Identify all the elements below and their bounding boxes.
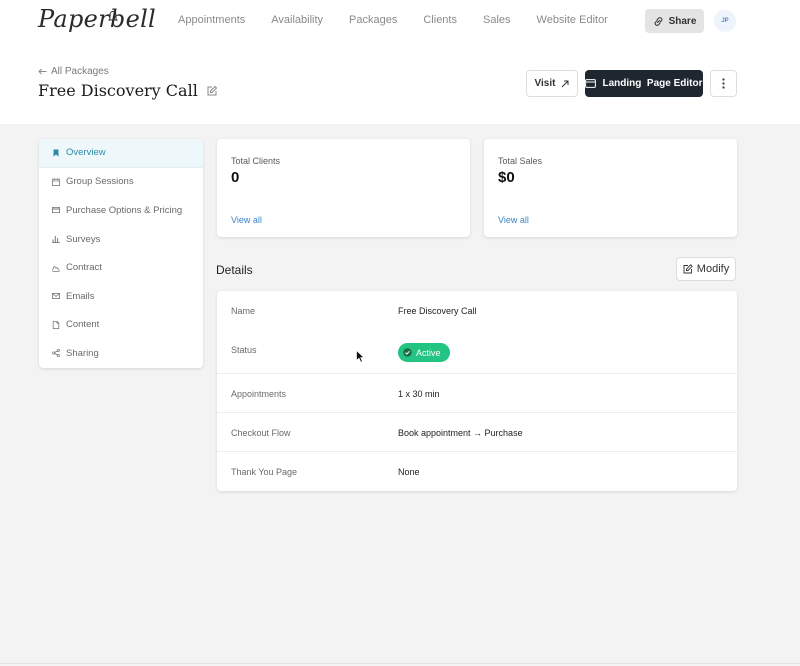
checkout-flow-value: Book appointment → Purchase bbox=[398, 428, 523, 438]
total-clients-label: Total Clients bbox=[231, 156, 281, 166]
page-header: All Packages Free Discovery Call Visit L… bbox=[0, 44, 800, 124]
landing-label: Landing Page Editor bbox=[602, 78, 703, 89]
sidebar-item-group-sessions[interactable]: Group Sessions bbox=[39, 168, 203, 197]
view-all-clients-link[interactable]: View all bbox=[231, 215, 262, 225]
page-title-text: Free Discovery Call bbox=[38, 81, 198, 100]
modify-button[interactable]: Modify bbox=[676, 257, 736, 281]
total-clients-card: Total Clients 0 View all bbox=[217, 139, 470, 237]
sidebar-item-label: Overview bbox=[66, 147, 106, 159]
view-all-sales-link[interactable]: View all bbox=[498, 215, 529, 225]
detail-row-appointments: Appointments 1 x 30 min bbox=[217, 374, 737, 413]
sidebar-item-purchase-options[interactable]: Purchase Options & Pricing bbox=[39, 196, 203, 225]
sidebar-item-label: Contract bbox=[66, 262, 102, 274]
back-to-packages-link[interactable]: All Packages bbox=[38, 66, 109, 77]
sidebar-item-emails[interactable]: Emails bbox=[39, 282, 203, 311]
share-nodes-icon bbox=[52, 349, 60, 358]
nav-appointments[interactable]: Appointments bbox=[178, 14, 245, 26]
edit-icon bbox=[683, 264, 693, 274]
nav-sales[interactable]: Sales bbox=[483, 14, 511, 26]
package-sidebar: Overview Group Sessions Purchase Options… bbox=[39, 139, 203, 368]
total-sales-card: Total Sales $0 View all bbox=[484, 139, 737, 237]
edit-icon[interactable] bbox=[206, 85, 218, 97]
bell-icon bbox=[108, 11, 118, 22]
nav-packages[interactable]: Packages bbox=[349, 14, 397, 26]
sidebar-item-label: Purchase Options & Pricing bbox=[66, 204, 183, 216]
credit-card-icon bbox=[52, 207, 60, 214]
modify-label: Modify bbox=[696, 263, 730, 275]
sidebar-item-label: Surveys bbox=[66, 233, 101, 245]
sidebar-item-surveys[interactable]: Surveys bbox=[39, 225, 203, 254]
bottom-divider bbox=[0, 663, 800, 664]
sidebar-item-contract[interactable]: Contract bbox=[39, 253, 203, 282]
name-value: Free Discovery Call bbox=[398, 306, 477, 316]
mouse-cursor-icon bbox=[356, 350, 365, 363]
vertical-dots-icon bbox=[722, 78, 725, 89]
nav-availability[interactable]: Availability bbox=[271, 14, 323, 26]
signature-icon bbox=[52, 265, 60, 272]
total-clients-value: 0 bbox=[231, 169, 240, 186]
sidebar-item-overview[interactable]: Overview bbox=[39, 139, 203, 168]
details-card: Name Free Discovery Call Status Active A… bbox=[217, 291, 737, 491]
sidebar-item-sharing[interactable]: Sharing bbox=[39, 339, 203, 368]
visit-label: Visit bbox=[534, 78, 556, 89]
total-sales-value: $0 bbox=[498, 169, 515, 186]
sidebar-item-label: Group Sessions bbox=[66, 176, 134, 188]
user-avatar[interactable]: JP bbox=[714, 10, 736, 32]
detail-row-checkout-flow: Checkout Flow Book appointment → Purchas… bbox=[217, 413, 737, 452]
calendar-icon bbox=[52, 178, 60, 186]
landing-page-editor-button[interactable]: Landing Page Editor bbox=[585, 70, 703, 97]
appointments-value: 1 x 30 min bbox=[398, 389, 440, 399]
status-label: Status bbox=[231, 345, 257, 355]
details-heading: Details bbox=[216, 263, 253, 277]
checkout-flow-label: Checkout Flow bbox=[231, 428, 291, 438]
envelope-icon bbox=[52, 293, 60, 300]
detail-row-name-status: Name Free Discovery Call Status Active bbox=[217, 291, 737, 374]
nav-website-editor[interactable]: Website Editor bbox=[537, 14, 608, 26]
thank-you-page-label: Thank You Page bbox=[231, 467, 298, 477]
page-title: Free Discovery Call bbox=[38, 81, 218, 100]
bar-chart-icon bbox=[52, 236, 60, 244]
browser-window-icon bbox=[585, 79, 597, 88]
main-nav: Appointments Availability Packages Clien… bbox=[178, 14, 634, 26]
top-navigation: Paperbell Appointments Availability Pack… bbox=[0, 0, 800, 44]
arrow-left-icon bbox=[38, 68, 47, 75]
nav-clients[interactable]: Clients bbox=[423, 14, 457, 26]
detail-row-thank-you-page: Thank You Page None bbox=[217, 452, 737, 491]
document-icon bbox=[52, 320, 60, 329]
external-arrow-icon bbox=[562, 80, 569, 87]
total-sales-label: Total Sales bbox=[498, 156, 543, 166]
appointments-label: Appointments bbox=[231, 389, 287, 399]
sidebar-item-label: Emails bbox=[66, 290, 95, 302]
back-link-label: All Packages bbox=[51, 66, 109, 77]
sidebar-item-content[interactable]: Content bbox=[39, 311, 203, 340]
check-circle-icon bbox=[403, 348, 412, 357]
link-icon bbox=[654, 16, 663, 26]
share-button[interactable]: Share bbox=[645, 9, 704, 33]
sidebar-item-label: Sharing bbox=[66, 347, 99, 359]
status-value: Active bbox=[416, 347, 441, 358]
name-label: Name bbox=[231, 306, 256, 316]
thank-you-page-value: None bbox=[398, 467, 420, 477]
share-label: Share bbox=[668, 15, 697, 27]
status-badge: Active bbox=[398, 343, 450, 362]
paperbell-logo[interactable]: Paperbell bbox=[38, 5, 156, 33]
bookmark-icon bbox=[53, 149, 59, 157]
sidebar-item-label: Content bbox=[66, 319, 100, 331]
visit-button[interactable]: Visit bbox=[526, 70, 578, 97]
more-options-button[interactable] bbox=[710, 70, 737, 97]
